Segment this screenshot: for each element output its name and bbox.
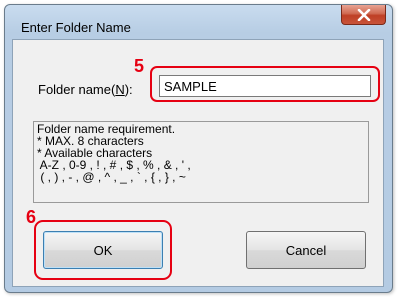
requirement-line: ( , ) , - , @ , ^ , _ , ` , { , } , ~: [37, 170, 186, 184]
ok-button[interactable]: OK: [43, 231, 163, 269]
cancel-button[interactable]: Cancel: [246, 231, 366, 269]
step-number-6: 6: [26, 207, 37, 227]
step-number-5: 5: [134, 56, 145, 76]
folder-name-label-mnemonic: N: [115, 82, 125, 97]
folder-name-label-prefix: Folder name(: [38, 82, 116, 97]
folder-name-label-suffix: ):: [124, 82, 133, 97]
dialog-title: Enter Folder Name: [21, 20, 131, 35]
folder-name-input[interactable]: [159, 75, 371, 97]
close-button[interactable]: [341, 5, 386, 25]
close-x-icon: [357, 8, 370, 21]
requirements-panel: Folder name requirement. * MAX. 8 charac…: [33, 121, 369, 203]
folder-name-label: Folder name(N):: [38, 82, 133, 97]
